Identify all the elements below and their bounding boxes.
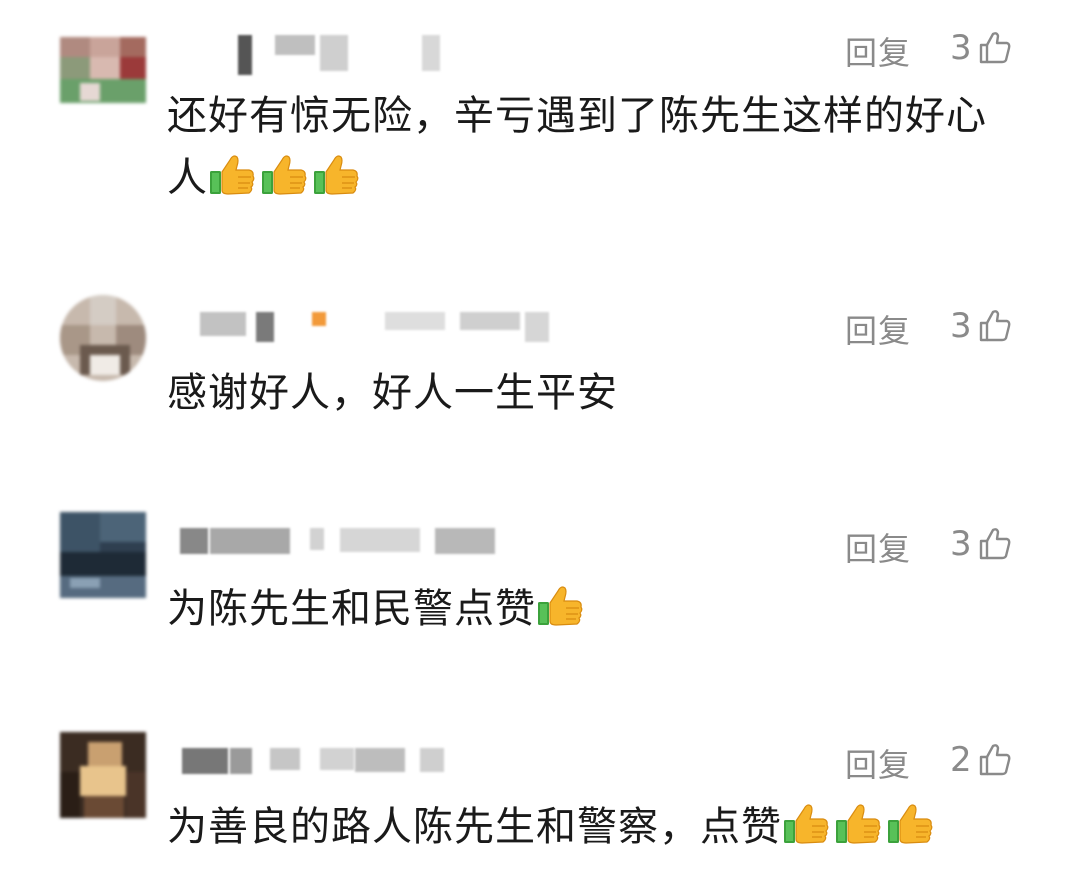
- like-count: 3: [950, 28, 972, 68]
- thumbs-up-outline-icon: [978, 309, 1012, 343]
- avatar-image: [60, 512, 146, 598]
- avatar-image: [60, 295, 146, 381]
- comment-text: 感谢好人，好人一生平安: [167, 362, 1017, 424]
- avatar[interactable]: [60, 37, 146, 123]
- reply-button[interactable]: 回复: [845, 524, 911, 570]
- avatar[interactable]: [60, 732, 146, 818]
- reply-button[interactable]: 回复: [845, 28, 911, 74]
- comment-text: 还好有惊无险，辛亏遇到了陈先生这样的好心人: [167, 85, 1017, 209]
- thumbs-up-emoji-icon: [834, 801, 882, 847]
- like-button[interactable]: 3: [950, 28, 1012, 68]
- comment-text: 为陈先生和民警点赞: [167, 578, 1017, 640]
- like-button[interactable]: 2: [950, 740, 1012, 780]
- thumbs-up-emoji-icon: [886, 801, 934, 847]
- avatar-image: [60, 37, 146, 123]
- username-blurred[interactable]: [170, 312, 550, 358]
- thumbs-up-emoji-icon: [312, 152, 360, 198]
- thumbs-up-outline-icon: [978, 527, 1012, 561]
- username-blurred[interactable]: [170, 748, 550, 794]
- reply-button[interactable]: 回复: [845, 306, 911, 352]
- thumbs-up-emoji-icon: [782, 801, 830, 847]
- like-count: 3: [950, 524, 972, 564]
- username-blurred[interactable]: [170, 528, 550, 574]
- thumbs-up-emoji-icon: [260, 152, 308, 198]
- thumbs-up-outline-icon: [978, 743, 1012, 777]
- comment-text: 为善良的路人陈先生和警察，点赞: [167, 796, 1017, 858]
- avatar[interactable]: [60, 295, 146, 381]
- like-button[interactable]: 3: [950, 524, 1012, 564]
- like-count: 3: [950, 306, 972, 346]
- reply-button[interactable]: 回复: [845, 740, 911, 786]
- comment-body: 感谢好人，好人一生平安: [167, 370, 618, 416]
- username-blurred[interactable]: [170, 35, 550, 81]
- like-button[interactable]: 3: [950, 306, 1012, 346]
- thumbs-up-emoji-icon: [208, 152, 256, 198]
- like-count: 2: [950, 740, 972, 780]
- thumbs-up-outline-icon: [978, 31, 1012, 65]
- comment-body: 为善良的路人陈先生和警察，点赞: [167, 804, 782, 850]
- avatar-image: [60, 732, 146, 818]
- avatar[interactable]: [60, 512, 146, 598]
- comment-body: 为陈先生和民警点赞: [167, 586, 536, 632]
- thumbs-up-emoji-icon: [536, 583, 584, 629]
